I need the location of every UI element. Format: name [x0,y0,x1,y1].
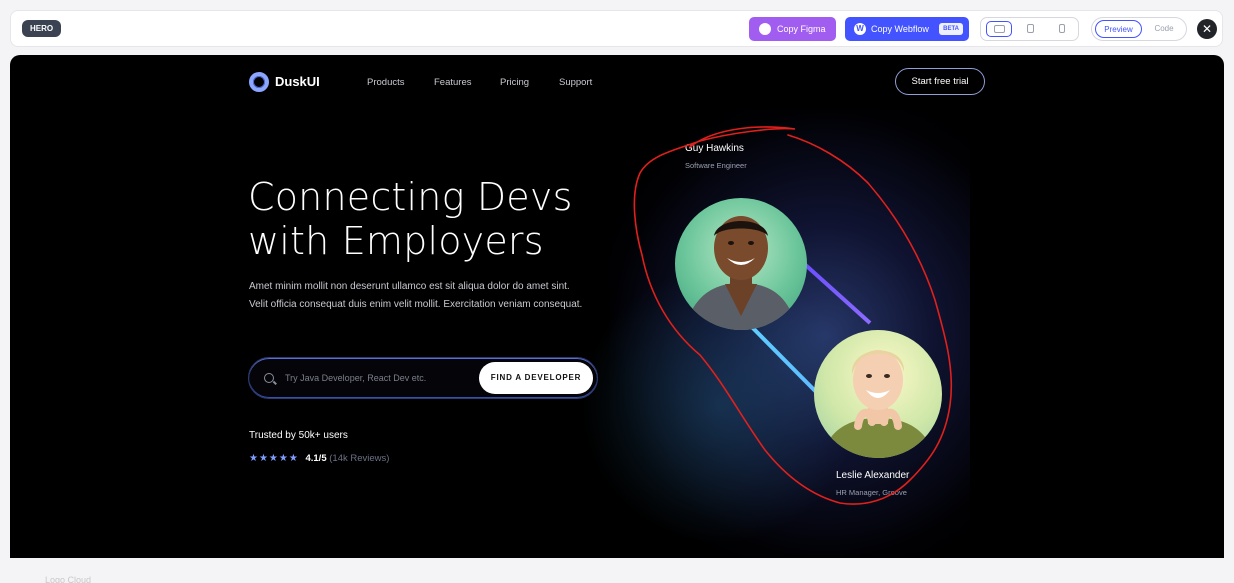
figma-icon [759,23,771,35]
hero-preview: DuskUI Products Features Pricing Support… [10,55,1224,558]
desktop-icon [994,25,1005,33]
tablet-view-button[interactable] [1018,21,1044,37]
annotation-scribble [633,126,953,505]
desktop-view-button[interactable] [986,21,1012,37]
webflow-icon: W [854,23,866,35]
copy-webflow-button[interactable]: W Copy Webflow BETA [845,17,969,41]
section-tag: HERO [22,20,62,37]
preview-tab[interactable]: Preview [1095,20,1142,38]
beta-badge: BETA [939,23,963,35]
view-mode-toggle: Preview Code [1091,17,1187,41]
editor-canvas: Logo Cloud HERO Copy Figma W Copy Webflo… [0,0,1234,583]
mobile-view-button[interactable] [1049,21,1075,37]
copy-figma-label: Copy Figma [777,24,826,34]
section-toolbar: HERO Copy Figma W Copy Webflow BETA Prev… [10,10,1223,47]
device-switcher [980,17,1079,41]
tablet-icon [1027,24,1034,33]
mobile-icon [1059,24,1065,33]
background-app: Logo Cloud [45,575,92,583]
copy-figma-button[interactable]: Copy Figma [749,17,836,41]
close-button[interactable]: ✕ [1197,19,1217,39]
code-tab[interactable]: Code [1144,20,1184,38]
copy-webflow-label: Copy Webflow [871,24,929,34]
